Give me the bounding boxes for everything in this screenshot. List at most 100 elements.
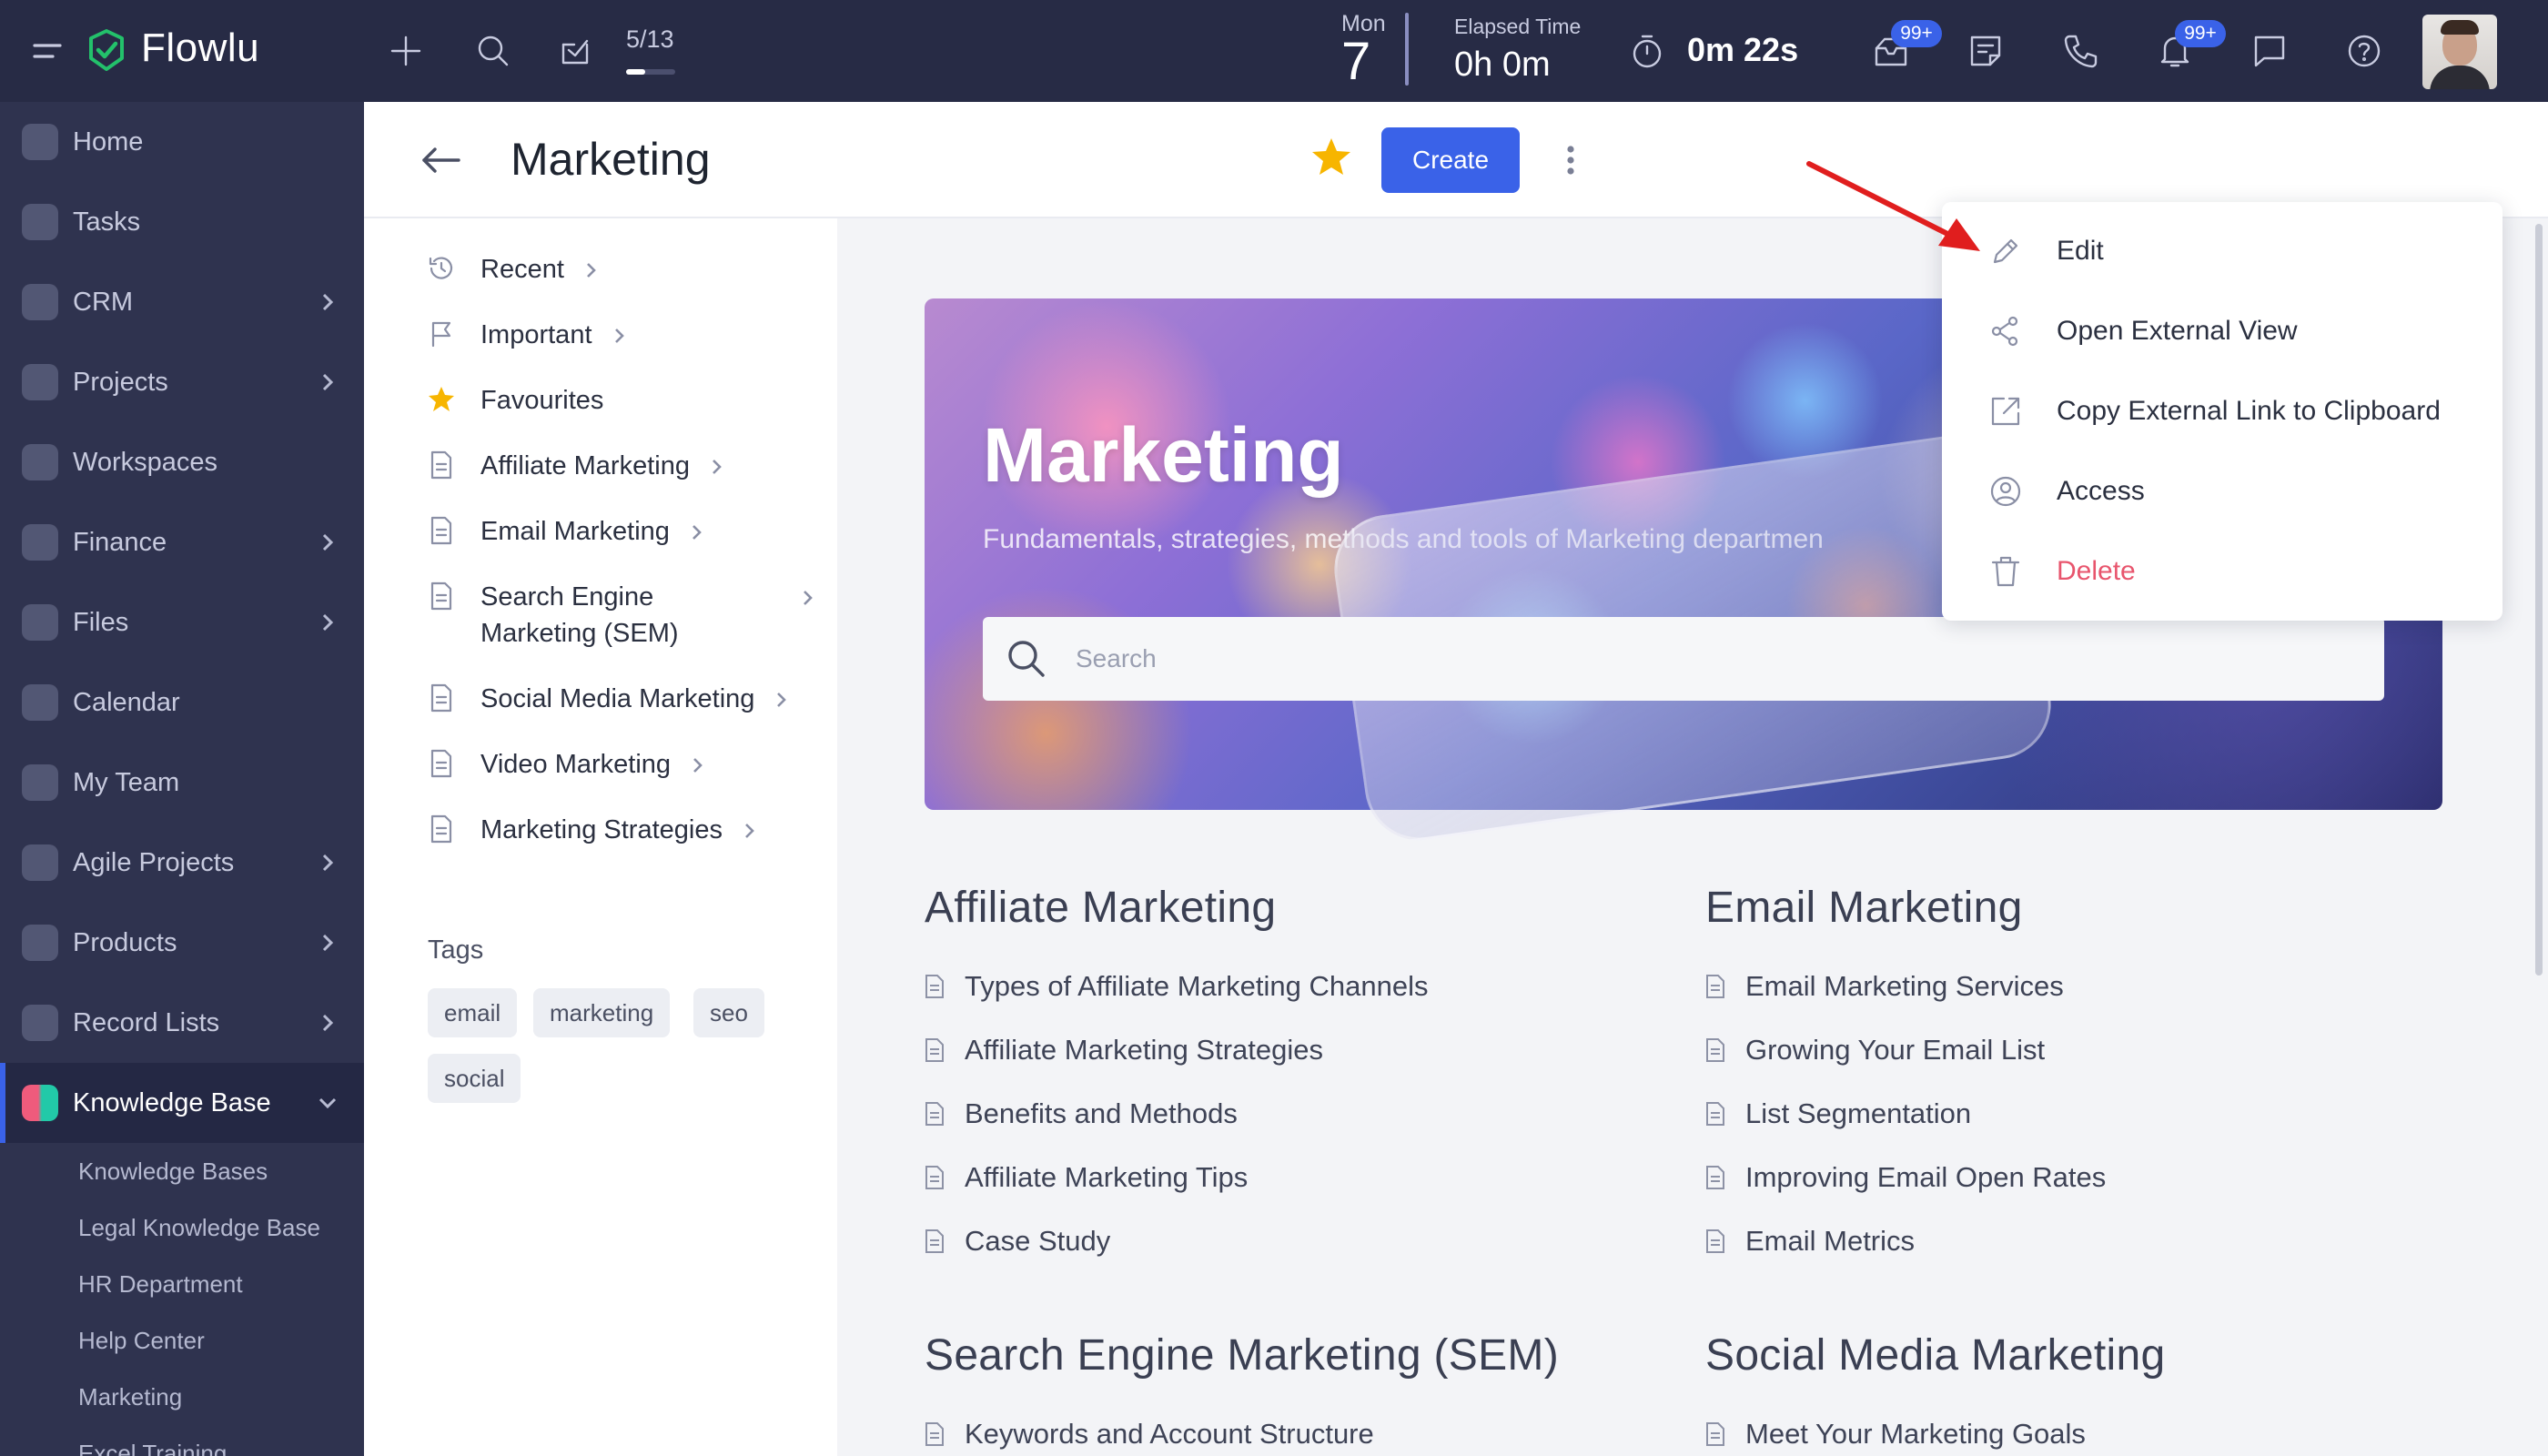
nav-important[interactable]: Important — [426, 317, 629, 353]
menu-item-open-external-view[interactable]: Open External View — [1942, 291, 2502, 371]
sidebar-item-label: Home — [73, 126, 144, 157]
nav-marketing-strategies[interactable]: Marketing Strategies — [426, 812, 759, 848]
nav-label-line-1: Search Engine — [480, 582, 654, 612]
sidebar-subitem-legal-knowledge-base[interactable]: Legal Knowledge Base — [78, 1214, 320, 1242]
chevron-right-icon — [315, 850, 340, 875]
menu-item-delete[interactable]: Delete — [1942, 531, 2502, 612]
nav-search-engine-marketing[interactable]: Search Engine Marketing (SEM) — [426, 579, 817, 652]
article-link[interactable]: Email Marketing Services — [1705, 970, 2064, 1003]
menu-item-edit[interactable]: Edit — [1942, 211, 2502, 291]
nav-label: Search Engine Marketing (SEM) — [480, 579, 790, 652]
stopwatch-icon[interactable] — [1622, 25, 1673, 76]
phone-icon[interactable] — [2055, 25, 2106, 76]
sidebar-item-label: Finance — [73, 527, 167, 557]
article-icon — [1706, 1229, 1724, 1253]
article-title: Meet Your Marketing Goals — [1745, 1418, 2086, 1450]
onboarding-icon[interactable] — [550, 25, 601, 76]
sidebar-item-crm[interactable]: CRM — [0, 262, 364, 342]
sidebar-item-calendar[interactable]: Calendar — [0, 662, 364, 743]
sidebar-item-products[interactable]: Products — [0, 903, 364, 983]
sidebar-subitem-knowledge-bases[interactable]: Knowledge Bases — [78, 1158, 268, 1186]
article-link[interactable]: Types of Affiliate Marketing Channels — [925, 970, 1429, 1003]
section-title-social-media-marketing[interactable]: Social Media Marketing — [1705, 1330, 2166, 1380]
article-link[interactable]: Affiliate Marketing Strategies — [925, 1034, 1323, 1067]
sidebar-item-finance[interactable]: Finance — [0, 502, 364, 582]
avatar-hair — [2441, 20, 2479, 35]
sidebar-item-label: Files — [73, 607, 129, 637]
sidebar-item-workspaces[interactable]: Workspaces — [0, 422, 364, 502]
user-circle-icon — [1990, 476, 2021, 507]
section-title-affiliate-marketing[interactable]: Affiliate Marketing — [925, 883, 1276, 933]
sidebar-item-agile-projects[interactable]: Agile Projects — [0, 823, 364, 903]
sidebar-subitem-help-center[interactable]: Help Center — [78, 1327, 205, 1355]
external-link-icon — [1991, 397, 2020, 426]
back-arrow-icon[interactable] — [419, 142, 464, 178]
nav-recent[interactable]: Recent — [426, 251, 601, 288]
notifications-icon[interactable]: 99+ — [2149, 20, 2226, 76]
banner-search[interactable]: Search — [983, 617, 2384, 701]
more-options-icon[interactable] — [1558, 142, 1583, 178]
chat-icon[interactable] — [2244, 25, 2295, 76]
tag-email[interactable]: email — [428, 988, 518, 1037]
nav-video-marketing[interactable]: Video Marketing — [426, 746, 707, 783]
annotation-arrow-icon — [1806, 161, 1980, 251]
flowlu-logo-icon[interactable] — [84, 27, 129, 73]
menu-toggle-icon[interactable] — [31, 35, 67, 67]
notes-icon[interactable] — [1960, 25, 2011, 76]
sidebar-item-home[interactable]: Home — [0, 102, 364, 182]
sidebar-item-my-team[interactable]: My Team — [0, 743, 364, 823]
sidebar-item-tasks[interactable]: Tasks — [0, 182, 364, 262]
nav-social-media-marketing[interactable]: Social Media Marketing — [426, 681, 791, 717]
article-link[interactable]: Improving Email Open Rates — [1705, 1161, 2106, 1194]
favourite-star-icon[interactable] — [1309, 135, 1354, 180]
sidebar-subitem-marketing[interactable]: Marketing — [78, 1383, 182, 1411]
sidebar-subitem-excel-training[interactable]: Excel Training — [78, 1440, 227, 1456]
article-link[interactable]: Meet Your Marketing Goals — [1705, 1418, 2086, 1451]
search-icon[interactable] — [468, 25, 519, 76]
sidebar-subitem-hr-department[interactable]: HR Department — [78, 1270, 243, 1299]
tags-title: Tags — [428, 935, 484, 965]
nav-label: Email Marketing — [480, 517, 670, 546]
article-link[interactable]: Benefits and Methods — [925, 1097, 1238, 1130]
section-title-email-marketing[interactable]: Email Marketing — [1705, 883, 2023, 933]
add-icon[interactable] — [380, 25, 431, 76]
article-link[interactable]: Growing Your Email List — [1705, 1034, 2045, 1067]
avatar-shirt — [2430, 66, 2490, 89]
timer-value[interactable]: 0m 22s — [1687, 31, 1798, 69]
article-link[interactable]: Affiliate Marketing Tips — [925, 1161, 1248, 1194]
sidebar-item-files[interactable]: Files — [0, 582, 364, 662]
tag-marketing[interactable]: marketing — [533, 988, 671, 1037]
article-link[interactable]: Case Study — [925, 1225, 1110, 1258]
user-avatar[interactable] — [2422, 15, 2497, 89]
nav-email-marketing[interactable]: Email Marketing — [426, 513, 706, 550]
create-button[interactable]: Create — [1381, 127, 1520, 193]
document-icon — [426, 748, 457, 779]
article-link[interactable]: List Segmentation — [1705, 1097, 1971, 1130]
sidebar-item-projects[interactable]: Projects — [0, 342, 364, 422]
chevron-right-icon — [315, 530, 340, 555]
sidebar-item-record-lists[interactable]: Record Lists — [0, 983, 364, 1063]
menu-item-access[interactable]: Access — [1942, 451, 2502, 531]
article-title: Improving Email Open Rates — [1745, 1161, 2107, 1193]
help-icon[interactable] — [2339, 25, 2390, 76]
tag-seo[interactable]: seo — [693, 988, 764, 1037]
nav-affiliate-marketing[interactable]: Affiliate Marketing — [426, 448, 726, 484]
team-icon — [22, 764, 58, 801]
article-link[interactable]: Email Metrics — [1705, 1225, 1915, 1258]
mail-icon[interactable]: 99+ — [1866, 20, 1942, 76]
sidebar-item-knowledge-base[interactable]: Knowledge Base — [0, 1063, 364, 1143]
nav-favourites[interactable]: Favourites — [426, 382, 603, 419]
chevron-right-icon — [771, 690, 791, 710]
main-scrollbar[interactable] — [2535, 224, 2543, 976]
onboarding-counter[interactable]: 5/13 — [626, 25, 674, 54]
article-icon — [1706, 1102, 1724, 1126]
menu-item-copy-external-link[interactable]: Copy External Link to Clipboard — [1942, 371, 2502, 451]
document-icon — [426, 682, 457, 713]
tag-social[interactable]: social — [428, 1054, 521, 1103]
sidebar: Home Tasks CRM Projects Workspaces Finan… — [0, 102, 364, 1456]
date-divider — [1405, 13, 1409, 86]
section-title-search-engine-marketing[interactable]: Search Engine Marketing (SEM) — [925, 1330, 1559, 1380]
agile-icon — [22, 844, 58, 881]
article-link[interactable]: Keywords and Account Structure — [925, 1418, 1374, 1451]
knowledge-base-nav: Recent Important Favourites Affiliate Ma… — [364, 218, 837, 1456]
